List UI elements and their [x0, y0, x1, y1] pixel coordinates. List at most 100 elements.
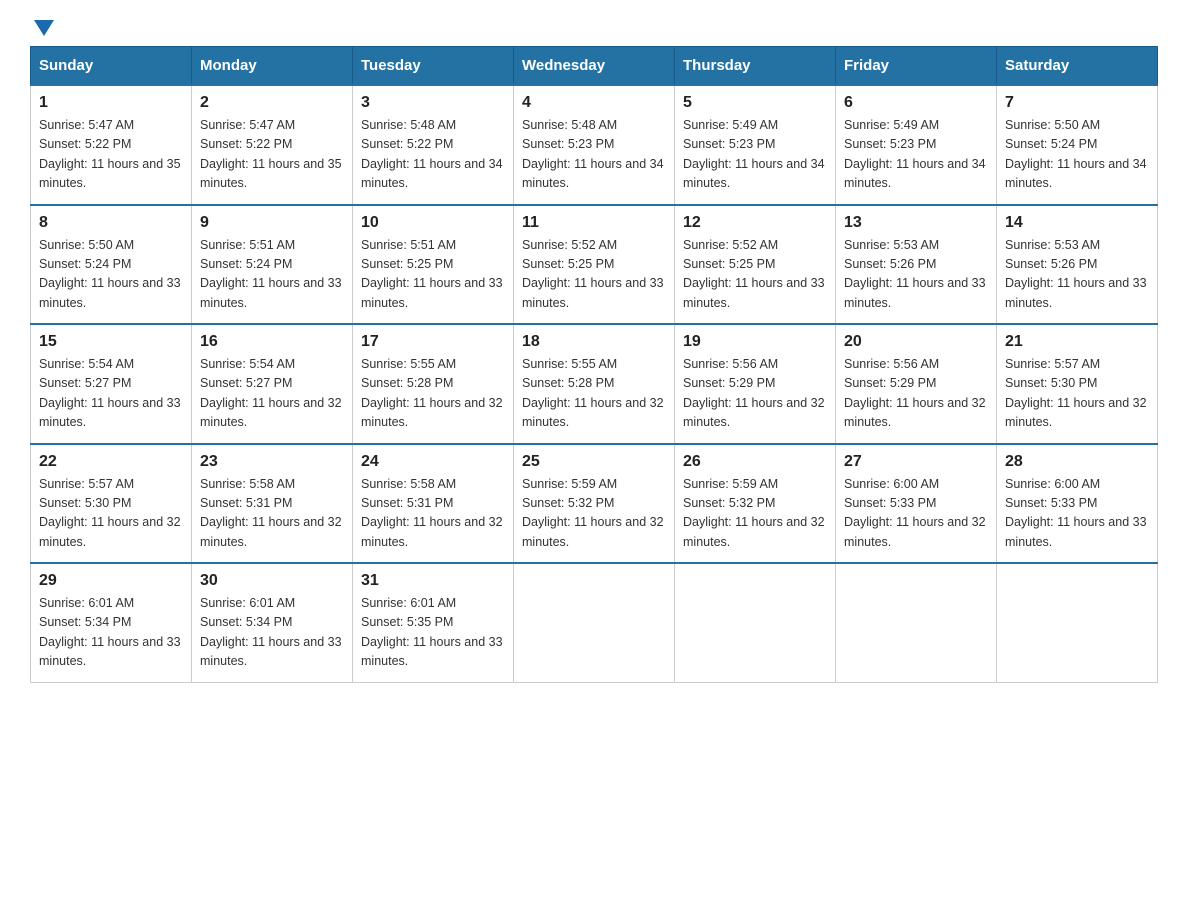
- weekday-header-thursday: Thursday: [675, 47, 836, 86]
- calendar-cell: 26 Sunrise: 5:59 AMSunset: 5:32 PMDaylig…: [675, 444, 836, 564]
- day-info: Sunrise: 5:47 AMSunset: 5:22 PMDaylight:…: [39, 118, 181, 190]
- day-info: Sunrise: 5:47 AMSunset: 5:22 PMDaylight:…: [200, 118, 342, 190]
- calendar-cell: [675, 563, 836, 682]
- calendar-cell: 22 Sunrise: 5:57 AMSunset: 5:30 PMDaylig…: [31, 444, 192, 564]
- day-info: Sunrise: 5:49 AMSunset: 5:23 PMDaylight:…: [844, 118, 986, 190]
- calendar-cell: 5 Sunrise: 5:49 AMSunset: 5:23 PMDayligh…: [675, 85, 836, 205]
- calendar-cell: 24 Sunrise: 5:58 AMSunset: 5:31 PMDaylig…: [353, 444, 514, 564]
- day-info: Sunrise: 5:56 AMSunset: 5:29 PMDaylight:…: [683, 357, 825, 429]
- day-number: 8: [39, 214, 183, 232]
- day-number: 17: [361, 333, 505, 351]
- calendar-cell: 27 Sunrise: 6:00 AMSunset: 5:33 PMDaylig…: [836, 444, 997, 564]
- day-info: Sunrise: 5:53 AMSunset: 5:26 PMDaylight:…: [844, 238, 986, 310]
- weekday-header-monday: Monday: [192, 47, 353, 86]
- day-info: Sunrise: 5:51 AMSunset: 5:24 PMDaylight:…: [200, 238, 342, 310]
- day-info: Sunrise: 6:01 AMSunset: 5:35 PMDaylight:…: [361, 596, 503, 668]
- calendar-cell: 16 Sunrise: 5:54 AMSunset: 5:27 PMDaylig…: [192, 324, 353, 444]
- day-info: Sunrise: 5:54 AMSunset: 5:27 PMDaylight:…: [200, 357, 342, 429]
- calendar-cell: 21 Sunrise: 5:57 AMSunset: 5:30 PMDaylig…: [997, 324, 1158, 444]
- calendar-cell: 6 Sunrise: 5:49 AMSunset: 5:23 PMDayligh…: [836, 85, 997, 205]
- week-row-5: 29 Sunrise: 6:01 AMSunset: 5:34 PMDaylig…: [31, 563, 1158, 682]
- calendar-cell: 18 Sunrise: 5:55 AMSunset: 5:28 PMDaylig…: [514, 324, 675, 444]
- calendar-cell: 7 Sunrise: 5:50 AMSunset: 5:24 PMDayligh…: [997, 85, 1158, 205]
- calendar-cell: 31 Sunrise: 6:01 AMSunset: 5:35 PMDaylig…: [353, 563, 514, 682]
- day-number: 23: [200, 453, 344, 471]
- calendar-cell: 10 Sunrise: 5:51 AMSunset: 5:25 PMDaylig…: [353, 205, 514, 325]
- day-number: 4: [522, 94, 666, 112]
- day-info: Sunrise: 6:00 AMSunset: 5:33 PMDaylight:…: [1005, 477, 1147, 549]
- day-info: Sunrise: 5:59 AMSunset: 5:32 PMDaylight:…: [683, 477, 825, 549]
- week-row-1: 1 Sunrise: 5:47 AMSunset: 5:22 PMDayligh…: [31, 85, 1158, 205]
- logo-triangle-icon: [34, 20, 54, 36]
- day-number: 26: [683, 453, 827, 471]
- day-number: 15: [39, 333, 183, 351]
- day-info: Sunrise: 5:48 AMSunset: 5:23 PMDaylight:…: [522, 118, 664, 190]
- day-info: Sunrise: 6:01 AMSunset: 5:34 PMDaylight:…: [200, 596, 342, 668]
- day-info: Sunrise: 5:58 AMSunset: 5:31 PMDaylight:…: [361, 477, 503, 549]
- day-number: 30: [200, 572, 344, 590]
- calendar-cell: 4 Sunrise: 5:48 AMSunset: 5:23 PMDayligh…: [514, 85, 675, 205]
- calendar-header-row: SundayMondayTuesdayWednesdayThursdayFrid…: [31, 47, 1158, 86]
- calendar-cell: 13 Sunrise: 5:53 AMSunset: 5:26 PMDaylig…: [836, 205, 997, 325]
- day-number: 13: [844, 214, 988, 232]
- day-number: 9: [200, 214, 344, 232]
- day-number: 20: [844, 333, 988, 351]
- weekday-header-sunday: Sunday: [31, 47, 192, 86]
- day-number: 10: [361, 214, 505, 232]
- day-info: Sunrise: 5:59 AMSunset: 5:32 PMDaylight:…: [522, 477, 664, 549]
- calendar-cell: 1 Sunrise: 5:47 AMSunset: 5:22 PMDayligh…: [31, 85, 192, 205]
- calendar-cell: 28 Sunrise: 6:00 AMSunset: 5:33 PMDaylig…: [997, 444, 1158, 564]
- calendar-cell: 19 Sunrise: 5:56 AMSunset: 5:29 PMDaylig…: [675, 324, 836, 444]
- day-number: 27: [844, 453, 988, 471]
- week-row-2: 8 Sunrise: 5:50 AMSunset: 5:24 PMDayligh…: [31, 205, 1158, 325]
- day-info: Sunrise: 5:57 AMSunset: 5:30 PMDaylight:…: [1005, 357, 1147, 429]
- day-info: Sunrise: 5:58 AMSunset: 5:31 PMDaylight:…: [200, 477, 342, 549]
- day-info: Sunrise: 5:55 AMSunset: 5:28 PMDaylight:…: [361, 357, 503, 429]
- day-number: 6: [844, 94, 988, 112]
- day-info: Sunrise: 5:52 AMSunset: 5:25 PMDaylight:…: [683, 238, 825, 310]
- day-info: Sunrise: 5:51 AMSunset: 5:25 PMDaylight:…: [361, 238, 503, 310]
- calendar-cell: 30 Sunrise: 6:01 AMSunset: 5:34 PMDaylig…: [192, 563, 353, 682]
- day-number: 12: [683, 214, 827, 232]
- day-number: 3: [361, 94, 505, 112]
- calendar-cell: [836, 563, 997, 682]
- day-number: 14: [1005, 214, 1149, 232]
- week-row-4: 22 Sunrise: 5:57 AMSunset: 5:30 PMDaylig…: [31, 444, 1158, 564]
- day-number: 29: [39, 572, 183, 590]
- day-info: Sunrise: 5:52 AMSunset: 5:25 PMDaylight:…: [522, 238, 664, 310]
- day-number: 21: [1005, 333, 1149, 351]
- calendar-cell: 20 Sunrise: 5:56 AMSunset: 5:29 PMDaylig…: [836, 324, 997, 444]
- day-number: 2: [200, 94, 344, 112]
- calendar-cell: 17 Sunrise: 5:55 AMSunset: 5:28 PMDaylig…: [353, 324, 514, 444]
- calendar-cell: 25 Sunrise: 5:59 AMSunset: 5:32 PMDaylig…: [514, 444, 675, 564]
- calendar-cell: 29 Sunrise: 6:01 AMSunset: 5:34 PMDaylig…: [31, 563, 192, 682]
- day-info: Sunrise: 5:57 AMSunset: 5:30 PMDaylight:…: [39, 477, 181, 549]
- day-info: Sunrise: 6:00 AMSunset: 5:33 PMDaylight:…: [844, 477, 986, 549]
- day-info: Sunrise: 5:49 AMSunset: 5:23 PMDaylight:…: [683, 118, 825, 190]
- day-info: Sunrise: 6:01 AMSunset: 5:34 PMDaylight:…: [39, 596, 181, 668]
- calendar-cell: 14 Sunrise: 5:53 AMSunset: 5:26 PMDaylig…: [997, 205, 1158, 325]
- weekday-header-saturday: Saturday: [997, 47, 1158, 86]
- day-number: 24: [361, 453, 505, 471]
- page-header: [30, 20, 1158, 36]
- day-number: 31: [361, 572, 505, 590]
- calendar-table: SundayMondayTuesdayWednesdayThursdayFrid…: [30, 46, 1158, 683]
- day-info: Sunrise: 5:56 AMSunset: 5:29 PMDaylight:…: [844, 357, 986, 429]
- weekday-header-friday: Friday: [836, 47, 997, 86]
- calendar-cell: 23 Sunrise: 5:58 AMSunset: 5:31 PMDaylig…: [192, 444, 353, 564]
- day-info: Sunrise: 5:55 AMSunset: 5:28 PMDaylight:…: [522, 357, 664, 429]
- weekday-header-wednesday: Wednesday: [514, 47, 675, 86]
- calendar-cell: 2 Sunrise: 5:47 AMSunset: 5:22 PMDayligh…: [192, 85, 353, 205]
- calendar-cell: 3 Sunrise: 5:48 AMSunset: 5:22 PMDayligh…: [353, 85, 514, 205]
- day-number: 7: [1005, 94, 1149, 112]
- calendar-cell: [997, 563, 1158, 682]
- day-info: Sunrise: 5:48 AMSunset: 5:22 PMDaylight:…: [361, 118, 503, 190]
- calendar-cell: 15 Sunrise: 5:54 AMSunset: 5:27 PMDaylig…: [31, 324, 192, 444]
- calendar-cell: [514, 563, 675, 682]
- day-info: Sunrise: 5:50 AMSunset: 5:24 PMDaylight:…: [39, 238, 181, 310]
- calendar-cell: 12 Sunrise: 5:52 AMSunset: 5:25 PMDaylig…: [675, 205, 836, 325]
- weekday-header-tuesday: Tuesday: [353, 47, 514, 86]
- calendar-cell: 11 Sunrise: 5:52 AMSunset: 5:25 PMDaylig…: [514, 205, 675, 325]
- day-number: 1: [39, 94, 183, 112]
- day-info: Sunrise: 5:50 AMSunset: 5:24 PMDaylight:…: [1005, 118, 1147, 190]
